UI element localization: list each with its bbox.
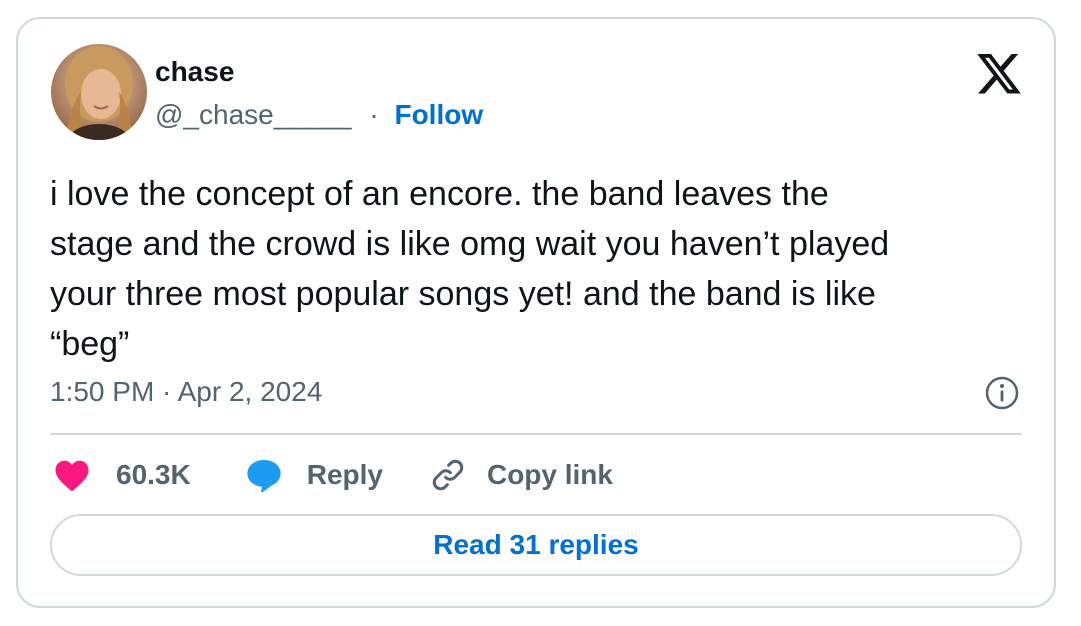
like-button[interactable]: 60.3K bbox=[54, 458, 191, 492]
author-name[interactable]: chase bbox=[155, 55, 234, 89]
author-handle[interactable]: @_chase_____ bbox=[155, 99, 352, 130]
author-avatar[interactable] bbox=[51, 44, 147, 140]
tweet-card: chase @_chase_____ · Follow i love the c… bbox=[16, 17, 1056, 608]
reply-button[interactable]: Reply bbox=[245, 457, 383, 493]
read-replies-button[interactable]: Read 31 replies bbox=[50, 514, 1022, 576]
link-icon bbox=[429, 456, 467, 494]
tweet-text: i love the concept of an encore. the ban… bbox=[50, 175, 890, 363]
handle-separator: · bbox=[369, 99, 379, 130]
info-icon[interactable] bbox=[984, 375, 1020, 411]
reply-bubble-icon bbox=[245, 457, 283, 493]
copy-link-label: Copy link bbox=[486, 459, 613, 490]
follow-button[interactable]: Follow bbox=[394, 99, 483, 130]
heart-icon bbox=[54, 458, 90, 492]
like-count: 60.3K bbox=[116, 459, 191, 490]
x-logo-icon[interactable] bbox=[977, 54, 1021, 94]
divider bbox=[50, 433, 1022, 435]
avatar-photo-icon bbox=[51, 44, 147, 140]
tweet-actions: 60.3K Reply Copy link bbox=[54, 453, 613, 497]
author-handle-row: @_chase_____ · Follow bbox=[155, 98, 483, 132]
reply-label: Reply bbox=[306, 459, 383, 490]
copy-link-button[interactable]: Copy link bbox=[429, 456, 613, 494]
tweet-timestamp[interactable]: 1:50 PM · Apr 2, 2024 bbox=[50, 375, 322, 409]
